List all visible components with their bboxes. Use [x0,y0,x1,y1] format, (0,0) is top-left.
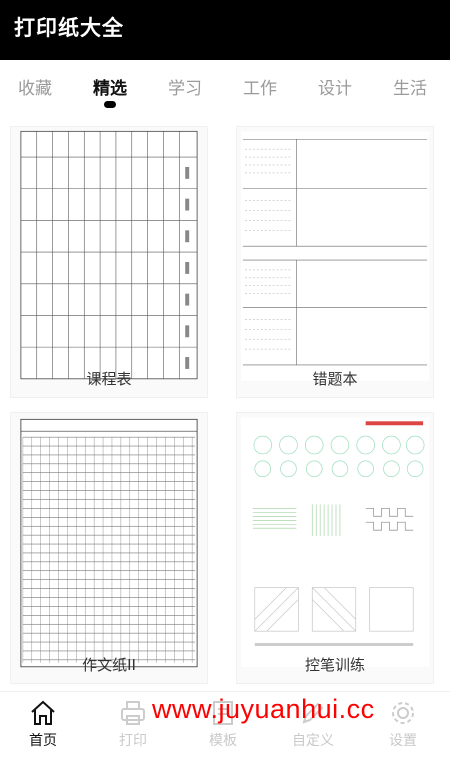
tab-favorites[interactable]: 收藏 [10,74,60,99]
template-card-schedule[interactable]: 课程表 [10,126,208,398]
printer-icon [121,701,145,725]
tab-study[interactable]: 学习 [160,74,210,99]
template-card-label: 作文纸II [82,656,136,674]
template-card-pen-control[interactable]: 控笔训练 [236,412,434,684]
tab-work[interactable]: 工作 [235,74,285,99]
mistake-notebook-thumbnail [240,131,430,381]
template-card-label: 控笔训练 [304,656,365,674]
composition-grid-thumbnail [20,418,198,668]
active-tab-indicator [104,101,116,108]
nav-print-label: 打印 [119,733,147,749]
nav-home[interactable]: 首页 [8,698,78,750]
nav-settings-label: 设置 [389,733,417,749]
template-card-composition[interactable]: 作文纸II [10,412,208,684]
nav-settings[interactable]: 设置 [368,698,438,750]
nav-home-label: 首页 [29,733,57,749]
top-app-bar: 打印纸大全 [0,0,450,60]
tab-life[interactable]: 生活 [385,74,435,99]
app-title: 打印纸大全 [14,16,124,40]
tab-design[interactable]: 设计 [310,74,360,99]
template-grid: 课程表 错题本 作文纸II 控笔训练 [0,116,450,691]
watermark-text: www.juyuanhui.cc [152,694,375,724]
tab-featured[interactable]: 精选 [85,74,135,99]
schedule-table-thumbnail [20,130,198,380]
settings-icon [392,702,414,724]
category-tabs: 收藏 精选 学习 工作 设计 生活 [0,60,450,116]
home-icon [31,700,55,725]
pen-control-thumbnail [240,417,430,667]
template-card-label: 课程表 [86,370,132,388]
template-card-mistake-notebook[interactable]: 错题本 [236,126,434,398]
nav-template-label: 模板 [209,733,237,749]
template-card-label: 错题本 [312,370,358,388]
nav-custom-label: 自定义 [292,733,334,749]
